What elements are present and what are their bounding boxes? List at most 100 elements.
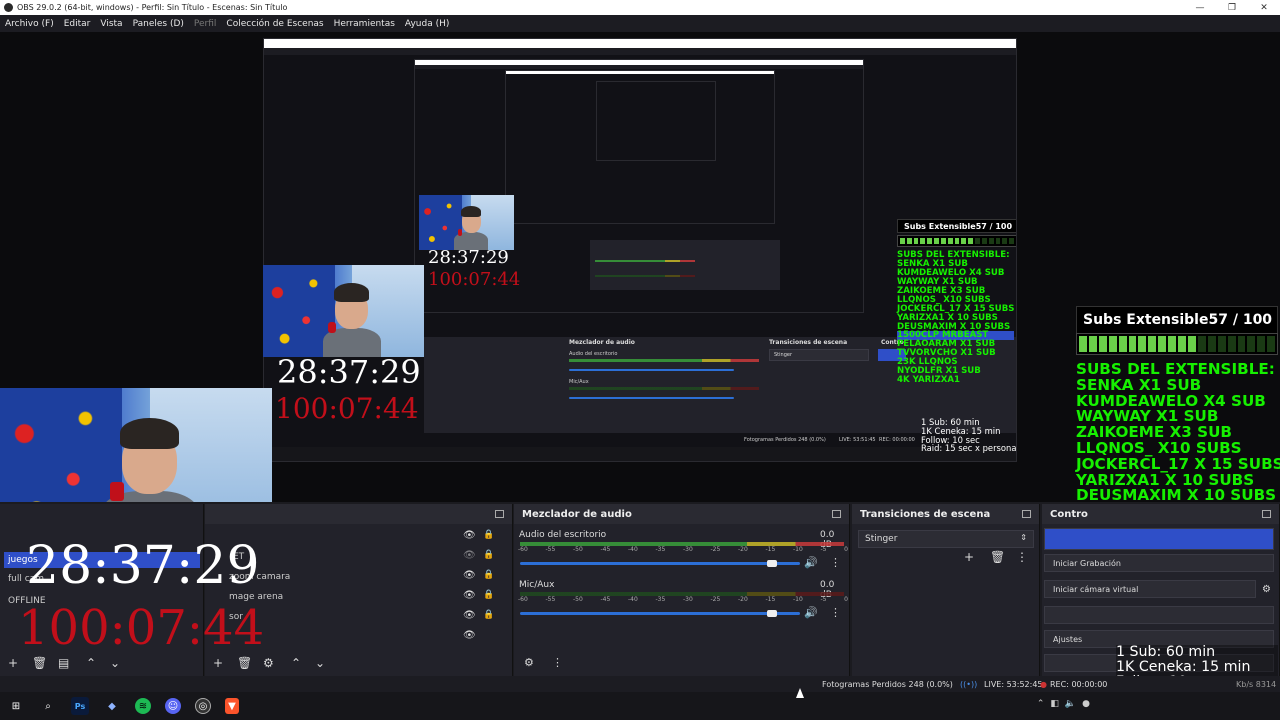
- mixer-menu-icon[interactable]: ⋮: [830, 606, 841, 619]
- visibility-eye-icon[interactable]: 👁: [463, 590, 476, 601]
- menu-bar: Archivo (F) Editar Vista Paneles (D) Per…: [0, 15, 1280, 32]
- studio-mode-button[interactable]: [1044, 606, 1274, 624]
- mouse-cursor: [796, 688, 804, 698]
- source-properties-gear-icon[interactable]: ⚙: [263, 656, 274, 670]
- inner-dropped-frames: Fotogramas Perdidos 248 (0.0%): [744, 437, 826, 443]
- menu-perfil[interactable]: Perfil: [194, 19, 217, 29]
- preview-canvas[interactable]: Mezclador de audio Transiciones de escen…: [0, 32, 1280, 598]
- bitrate: Kb/s 8314: [1236, 680, 1277, 689]
- rec-dot-icon: ●: [1040, 680, 1047, 689]
- close-button[interactable]: ✕: [1248, 3, 1280, 13]
- obs-window: OBS 29.0.2 (64-bit, windows) - Perfil: S…: [0, 0, 1280, 720]
- inner-rec-time: REC: 00:00:00: [879, 437, 915, 443]
- volume-fader[interactable]: [520, 562, 800, 565]
- add-source-button[interactable]: +: [213, 656, 223, 670]
- rule-item: 1 Sub: 60 min: [1116, 644, 1216, 660]
- mixer-dock-menu-icon[interactable]: ⋮: [552, 656, 563, 669]
- rule-item: 1K Ceneka: 15 min: [1116, 658, 1251, 675]
- remove-source-icon[interactable]: 🗑: [237, 656, 252, 670]
- tray-app-icon[interactable]: ●: [1082, 699, 1090, 709]
- meter-scale: -60 -55 -50 -45 -40 -35 -30 -25 -20 -15 -10 -5 0: [518, 596, 848, 603]
- mid-webcam: [263, 265, 424, 357]
- menu-ayuda[interactable]: Ayuda (H): [405, 19, 449, 29]
- lock-icon[interactable]: 🔒: [483, 570, 494, 580]
- volume-fader-handle[interactable]: [767, 560, 777, 567]
- float-dock-icon[interactable]: [1262, 510, 1271, 518]
- lock-icon[interactable]: 🔒: [483, 610, 494, 620]
- tray-chevron-icon[interactable]: ⌃: [1037, 699, 1045, 709]
- volume-fader-handle[interactable]: [767, 610, 777, 617]
- remove-scene-icon[interactable]: 🗑: [32, 656, 47, 670]
- lock-icon[interactable]: 🔒: [483, 550, 494, 560]
- inner-mixer-title: Mezclador de audio: [569, 339, 635, 346]
- transitions-title-bar: Transiciones de escena: [852, 504, 1039, 524]
- subs-progress-bar: [1076, 333, 1278, 355]
- add-scene-button[interactable]: +: [8, 656, 18, 670]
- minimize-button[interactable]: —: [1184, 3, 1216, 13]
- volume-fader[interactable]: [520, 612, 800, 615]
- menu-herramientas[interactable]: Herramientas: [334, 19, 395, 29]
- virtual-camera-gear-icon[interactable]: ⚙: [1262, 584, 1271, 595]
- status-bar: Fotogramas Perdidos 248 (0.0%) ((•)) LIV…: [0, 676, 1280, 692]
- audio-mixer-title: Mezclador de audio: [522, 508, 632, 520]
- float-dock-icon[interactable]: [832, 510, 841, 518]
- chevron-updown-icon: ⇕: [1020, 533, 1027, 542]
- mute-speaker-icon[interactable]: 🔊: [804, 606, 818, 619]
- move-scene-up-icon[interactable]: ⌃: [86, 656, 96, 670]
- title-bar: OBS 29.0.2 (64-bit, windows) - Perfil: S…: [0, 0, 1280, 15]
- start-recording-button[interactable]: Iniciar Grabación: [1044, 554, 1274, 572]
- windows-icon[interactable]: ⊞: [7, 697, 25, 715]
- obs-icon[interactable]: ◎: [195, 698, 211, 714]
- visibility-eye-icon[interactable]: 👁: [463, 610, 476, 621]
- transition-menu-icon[interactable]: ⋮: [1016, 550, 1028, 564]
- dropped-frames: Fotogramas Perdidos 248 (0.0%): [822, 680, 953, 689]
- add-transition-button[interactable]: +: [964, 550, 974, 564]
- menu-editar[interactable]: Editar: [64, 19, 91, 29]
- visibility-eye-icon[interactable]: 👁: [463, 570, 476, 581]
- visibility-eye-icon[interactable]: 👁: [463, 550, 476, 561]
- tray-network-icon[interactable]: ◧: [1050, 699, 1059, 709]
- menu-vista[interactable]: Vista: [100, 19, 122, 29]
- brave-icon[interactable]: ▼: [225, 698, 239, 714]
- start-virtual-camera-button[interactable]: Iniciar cámara virtual: [1044, 580, 1256, 598]
- mixer-channel-name: Audio del escritorio: [519, 530, 607, 540]
- tray-volume-icon[interactable]: 🔈: [1065, 699, 1076, 709]
- restore-button[interactable]: ❐: [1216, 3, 1248, 13]
- search-icon[interactable]: ⌕: [39, 697, 57, 715]
- streamlabs-icon[interactable]: ◆: [103, 697, 121, 715]
- controls-title: Contro: [1050, 508, 1088, 520]
- visibility-eye-icon[interactable]: 👁: [463, 530, 476, 541]
- audio-mixer-dock: Mezclador de audio Audio del escritorio …: [514, 504, 850, 676]
- system-tray: ⌃ ◧ 🔈 ●: [1037, 699, 1090, 709]
- visibility-eye-icon[interactable]: 👁: [463, 630, 476, 641]
- scene-filters-icon[interactable]: ▤: [58, 656, 69, 670]
- start-streaming-button[interactable]: [1044, 528, 1274, 550]
- window-title: OBS 29.0.2 (64-bit, windows) - Perfil: S…: [17, 3, 288, 12]
- inner-desktop-audio: Audio del escritorio: [569, 351, 618, 357]
- menu-coleccion-escenas[interactable]: Colección de Escenas: [226, 19, 323, 29]
- float-dock-icon[interactable]: [1022, 510, 1031, 518]
- float-dock-icon[interactable]: [495, 510, 504, 518]
- remove-transition-icon[interactable]: 🗑: [990, 550, 1005, 564]
- meter-scale: -60 -55 -50 -45 -40 -35 -30 -25 -20 -15 -10 -5 0: [518, 546, 848, 553]
- advanced-audio-gear-icon[interactable]: ⚙: [524, 656, 534, 669]
- sources-dock-title: [205, 504, 512, 524]
- mixer-menu-icon[interactable]: ⋮: [830, 556, 841, 569]
- mid-timer-elapsed: 28:37:29: [277, 353, 421, 391]
- move-source-down-icon[interactable]: ⌄: [315, 656, 325, 670]
- menu-paneles[interactable]: Paneles (D): [133, 19, 184, 29]
- transition-select[interactable]: Stinger ⇕: [858, 530, 1034, 548]
- lock-icon[interactable]: 🔒: [483, 530, 494, 540]
- lock-icon[interactable]: 🔒: [483, 590, 494, 600]
- discord-icon[interactable]: ☺: [165, 698, 181, 714]
- inner-subs-list: SUBS DEL EXTENSIBLE: SENKA X1 SUB KUMDEA…: [897, 250, 1015, 386]
- move-source-up-icon[interactable]: ⌃: [291, 656, 301, 670]
- inner-subs-progress: [897, 235, 1016, 247]
- move-scene-down-icon[interactable]: ⌄: [110, 656, 120, 670]
- mute-speaker-icon[interactable]: 🔊: [804, 556, 818, 569]
- spotify-icon[interactable]: ≋: [135, 698, 151, 714]
- menu-archivo[interactable]: Archivo (F): [5, 19, 54, 29]
- mixer-channel-name: Mic/Aux: [519, 580, 555, 590]
- inner-live-time: LIVE: 53:51:45: [839, 437, 876, 443]
- photoshop-icon[interactable]: Ps: [71, 697, 89, 715]
